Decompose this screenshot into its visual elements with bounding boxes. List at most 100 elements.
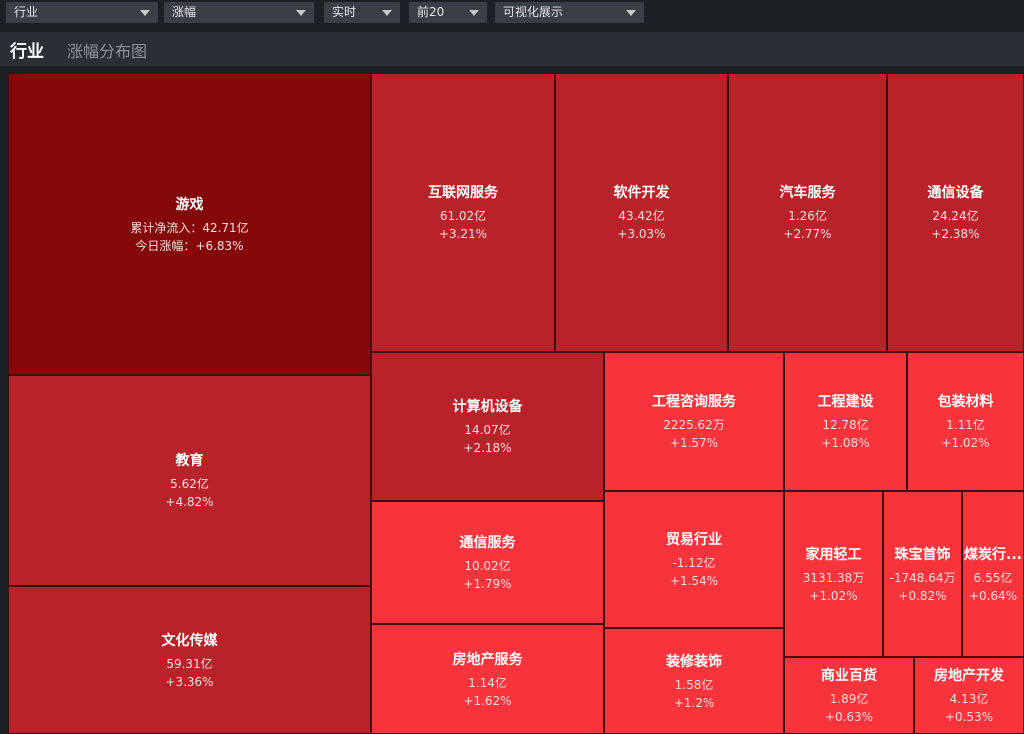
tile-change: +1.02% bbox=[941, 436, 990, 450]
tile-change: +1.2% bbox=[673, 695, 715, 710]
page-subtitle: 涨幅分布图 bbox=[67, 42, 148, 61]
metric-dropdown-value: 涨幅 bbox=[172, 5, 197, 19]
tile-flow: 1.26亿 bbox=[788, 209, 827, 223]
tile-name: 教育 bbox=[175, 453, 204, 469]
tile-flow: 1.11亿 bbox=[946, 418, 985, 432]
view-dropdown-value: 可视化展示 bbox=[503, 5, 564, 19]
top-count-dropdown[interactable]: 前20 bbox=[409, 2, 487, 23]
treemap-tile[interactable]: 互联网服务 61.02亿 +3.21% bbox=[371, 73, 555, 352]
tile-flow: 59.31亿 bbox=[166, 656, 213, 671]
chevron-down-icon bbox=[469, 10, 479, 16]
industry-treemap: 游戏 累计净流入：42.71亿 今日涨幅：+6.83% 互联网服务 61.02亿… bbox=[8, 73, 1024, 734]
tile-flow: 2225.62万 bbox=[663, 418, 725, 432]
tile-name: 工程咨询服务 bbox=[652, 394, 736, 410]
tile-name: 房地产服务 bbox=[452, 651, 523, 668]
filter-bar: 行业 涨幅 实时 前20 可视化展示 bbox=[0, 0, 1024, 30]
tile-change: +2.38% bbox=[931, 227, 980, 241]
period-dropdown-value: 实时 bbox=[332, 5, 357, 19]
treemap-tile[interactable]: 软件开发 43.42亿 +3.03% bbox=[555, 73, 728, 352]
tile-change: +0.82% bbox=[898, 588, 947, 603]
tile-change: +3.21% bbox=[438, 227, 488, 241]
tile-name: 软件开发 bbox=[613, 185, 670, 201]
tile-name: 煤炭行... bbox=[964, 546, 1022, 563]
tile-change: +3.36% bbox=[165, 674, 214, 689]
chevron-down-icon bbox=[296, 10, 306, 16]
tile-name: 文化传媒 bbox=[161, 632, 218, 649]
tile-name: 工程建设 bbox=[817, 394, 874, 410]
tile-name: 包装材料 bbox=[937, 394, 994, 410]
treemap-tile[interactable]: 汽车服务 1.26亿 +2.77% bbox=[728, 73, 887, 352]
treemap-tile[interactable]: 煤炭行... 6.55亿 +0.64% bbox=[962, 491, 1024, 657]
tile-name: 通信设备 bbox=[927, 185, 984, 201]
tile-change: +1.08% bbox=[821, 436, 870, 450]
tile-name: 汽车服务 bbox=[779, 185, 836, 201]
tile-name: 房地产开发 bbox=[934, 668, 1004, 684]
treemap-tile[interactable]: 包装材料 1.11亿 +1.02% bbox=[907, 352, 1024, 491]
tile-name: 贸易行业 bbox=[666, 532, 722, 548]
treemap-tile[interactable]: 通信设备 24.24亿 +2.38% bbox=[887, 73, 1024, 352]
tile-flow: -1748.64万 bbox=[889, 570, 956, 585]
tile-name: 家用轻工 bbox=[805, 546, 862, 563]
tile-flow: 4.13亿 bbox=[949, 692, 989, 706]
treemap-tile[interactable]: 工程建设 12.78亿 +1.08% bbox=[784, 352, 907, 491]
treemap-tile[interactable]: 房地产开发 4.13亿 +0.53% bbox=[914, 657, 1024, 734]
view-dropdown[interactable]: 可视化展示 bbox=[495, 2, 644, 23]
tile-name: 游戏 bbox=[175, 196, 204, 213]
treemap-tile[interactable]: 通信服务 10.02亿 +1.79% bbox=[371, 501, 604, 624]
tile-flow: 14.07亿 bbox=[464, 423, 511, 437]
treemap-tile[interactable]: 珠宝首饰 -1748.64万 +0.82% bbox=[883, 491, 962, 657]
treemap-tile[interactable]: 工程咨询服务 2225.62万 +1.57% bbox=[604, 352, 784, 491]
tile-change: +2.18% bbox=[463, 441, 512, 455]
top-count-dropdown-value: 前20 bbox=[417, 5, 445, 19]
category-dropdown[interactable]: 行业 bbox=[6, 2, 158, 23]
metric-dropdown[interactable]: 涨幅 bbox=[164, 2, 314, 23]
tile-flow: -1.12亿 bbox=[672, 556, 716, 570]
tile-change: +1.79% bbox=[463, 577, 512, 591]
treemap-tile[interactable]: 家用轻工 3131.38万 +1.02% bbox=[784, 491, 883, 657]
tile-change: +1.54% bbox=[669, 574, 719, 588]
treemap-tile-featured[interactable]: 游戏 累计净流入：42.71亿 今日涨幅：+6.83% bbox=[8, 73, 371, 375]
tile-name: 装修装饰 bbox=[666, 653, 722, 670]
treemap-tile[interactable]: 贸易行业 -1.12亿 +1.54% bbox=[604, 491, 784, 628]
treemap-tile[interactable]: 装修装饰 1.58亿 +1.2% bbox=[604, 628, 784, 734]
tile-flow: 10.02亿 bbox=[464, 559, 511, 573]
treemap-tile[interactable]: 房地产服务 1.14亿 +1.62% bbox=[371, 624, 604, 734]
tile-flow: 12.78亿 bbox=[822, 418, 869, 432]
title-bar: 行业 涨幅分布图 bbox=[0, 32, 1024, 66]
page-title: 行业 bbox=[10, 42, 44, 62]
tile-name: 商业百货 bbox=[821, 668, 877, 684]
tile-change: +1.02% bbox=[809, 588, 858, 603]
treemap-tile[interactable]: 计算机设备 14.07亿 +2.18% bbox=[371, 352, 604, 501]
tile-change: +1.62% bbox=[463, 693, 512, 708]
tile-change: +4.82% bbox=[165, 495, 214, 509]
tile-flow: 24.24亿 bbox=[932, 209, 979, 223]
tile-flow: 累计净流入：42.71亿 bbox=[130, 220, 249, 235]
tile-name: 珠宝首饰 bbox=[894, 546, 951, 563]
tile-flow: 1.89亿 bbox=[829, 692, 869, 706]
tile-change: +0.64% bbox=[968, 588, 1018, 603]
tile-change: +0.63% bbox=[824, 710, 874, 724]
tile-name: 互联网服务 bbox=[428, 185, 498, 201]
tile-flow: 6.55亿 bbox=[973, 570, 1013, 585]
tile-flow: 1.14亿 bbox=[468, 675, 507, 690]
tile-flow: 3131.38万 bbox=[802, 570, 865, 585]
treemap-tile[interactable]: 文化传媒 59.31亿 +3.36% bbox=[8, 586, 371, 734]
tile-change: +3.03% bbox=[617, 227, 666, 241]
tile-change: +0.53% bbox=[944, 710, 994, 724]
tile-flow: 5.62亿 bbox=[170, 477, 209, 491]
tile-name: 计算机设备 bbox=[452, 399, 523, 415]
category-dropdown-value: 行业 bbox=[14, 5, 39, 19]
chevron-down-icon bbox=[382, 10, 392, 16]
chevron-down-icon bbox=[140, 10, 150, 16]
tile-change: 今日涨幅：+6.83% bbox=[135, 238, 244, 253]
tile-flow: 61.02亿 bbox=[439, 209, 487, 223]
period-dropdown[interactable]: 实时 bbox=[324, 2, 400, 23]
tile-flow: 43.42亿 bbox=[618, 209, 665, 223]
treemap-tile[interactable]: 教育 5.62亿 +4.82% bbox=[8, 375, 371, 586]
tile-change: +2.77% bbox=[783, 227, 832, 241]
chevron-down-icon bbox=[626, 10, 636, 16]
tile-flow: 1.58亿 bbox=[674, 677, 714, 692]
treemap-tile[interactable]: 商业百货 1.89亿 +0.63% bbox=[784, 657, 914, 734]
tile-name: 通信服务 bbox=[459, 535, 516, 551]
tile-change: +1.57% bbox=[669, 436, 719, 450]
